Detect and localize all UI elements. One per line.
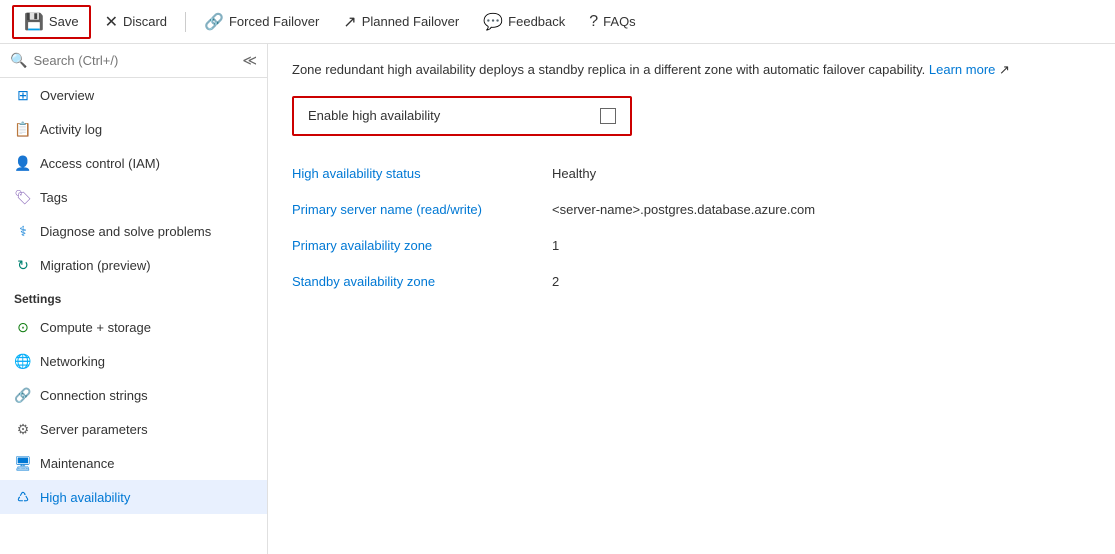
discard-label: Discard <box>123 14 167 29</box>
nav-item-server-parameters[interactable]: ⚙ Server parameters <box>0 412 267 446</box>
nav-label-overview: Overview <box>40 88 94 103</box>
prop-value-ha-status: Healthy <box>552 156 1091 192</box>
properties-table: High availability status Healthy Primary… <box>292 156 1091 300</box>
connection-strings-icon: 🔗 <box>14 386 32 404</box>
nav-item-compute-storage[interactable]: ⊙ Compute + storage <box>0 310 267 344</box>
nav-label-connection-strings: Connection strings <box>40 388 148 403</box>
table-row: Primary availability zone 1 <box>292 227 1091 263</box>
save-button[interactable]: 💾 Save <box>12 5 91 39</box>
nav-item-overview[interactable]: ⊞ Overview <box>0 78 267 112</box>
activity-log-icon: 📋 <box>14 120 32 138</box>
nav-item-tags[interactable]: 🏷 Tags <box>0 180 267 214</box>
nav-item-activity-log[interactable]: 📋 Activity log <box>0 112 267 146</box>
tags-icon: 🏷 <box>14 188 32 206</box>
forced-failover-icon: 🔗 <box>204 12 224 32</box>
diagnose-icon: ⚕ <box>14 222 32 240</box>
nav-item-migration[interactable]: ↻ Migration (preview) <box>0 248 267 282</box>
faqs-label: FAQs <box>603 14 636 29</box>
info-text-body: Zone redundant high availability deploys… <box>292 62 925 77</box>
feedback-button[interactable]: 💬 Feedback <box>473 7 575 37</box>
table-row: Primary server name (read/write) <server… <box>292 191 1091 227</box>
access-control-icon: 👤 <box>14 154 32 172</box>
maintenance-icon: 🖥 <box>14 454 32 472</box>
learn-more-link[interactable]: Learn more <box>929 62 995 77</box>
nav-label-maintenance: Maintenance <box>40 456 114 471</box>
discard-icon: ✕ <box>105 12 118 32</box>
save-label: Save <box>49 14 79 29</box>
nav-label-migration: Migration (preview) <box>40 258 151 273</box>
enable-ha-box: Enable high availability <box>292 96 632 136</box>
overview-icon: ⊞ <box>14 86 32 104</box>
settings-section-title: Settings <box>0 282 267 310</box>
prop-label-standby-zone: Standby availability zone <box>292 263 552 299</box>
faqs-icon: ? <box>589 13 598 31</box>
search-box: 🔍 ≪ <box>0 44 267 78</box>
search-input[interactable] <box>33 53 236 68</box>
prop-label-ha-status: High availability status <box>292 156 552 192</box>
planned-failover-label: Planned Failover <box>362 14 460 29</box>
nav-label-compute-storage: Compute + storage <box>40 320 151 335</box>
planned-failover-icon: ↗ <box>343 12 356 32</box>
compute-storage-icon: ⊙ <box>14 318 32 336</box>
sidebar: 🔍 ≪ ⊞ Overview 📋 Activity log 👤 Access c… <box>0 44 268 554</box>
nav-label-activity-log: Activity log <box>40 122 102 137</box>
nav-label-high-availability: High availability <box>40 490 130 505</box>
collapse-button[interactable]: ≪ <box>242 52 257 69</box>
nav-label-server-parameters: Server parameters <box>40 422 148 437</box>
enable-ha-label: Enable high availability <box>308 108 440 123</box>
feedback-icon: 💬 <box>483 12 503 32</box>
main-layout: 🔍 ≪ ⊞ Overview 📋 Activity log 👤 Access c… <box>0 44 1115 554</box>
enable-ha-checkbox[interactable] <box>600 108 616 124</box>
nav-item-networking[interactable]: 🌐 Networking <box>0 344 267 378</box>
nav-label-networking: Networking <box>40 354 105 369</box>
discard-button[interactable]: ✕ Discard <box>95 7 177 37</box>
nav-item-connection-strings[interactable]: 🔗 Connection strings <box>0 378 267 412</box>
nav-label-access-control: Access control (IAM) <box>40 156 160 171</box>
prop-label-primary-server: Primary server name (read/write) <box>292 191 552 227</box>
table-row: High availability status Healthy <box>292 156 1091 192</box>
nav-item-access-control[interactable]: 👤 Access control (IAM) <box>0 146 267 180</box>
save-icon: 💾 <box>24 12 44 32</box>
nav-label-tags: Tags <box>40 190 67 205</box>
content-area: Zone redundant high availability deploys… <box>268 44 1115 554</box>
migration-icon: ↻ <box>14 256 32 274</box>
planned-failover-button[interactable]: ↗ Planned Failover <box>333 7 469 37</box>
nav-label-diagnose: Diagnose and solve problems <box>40 224 211 239</box>
nav-item-high-availability[interactable]: ♺ High availability <box>0 480 267 514</box>
table-row: Standby availability zone 2 <box>292 263 1091 299</box>
nav-item-diagnose[interactable]: ⚕ Diagnose and solve problems <box>0 214 267 248</box>
high-availability-icon: ♺ <box>14 488 32 506</box>
forced-failover-label: Forced Failover <box>229 14 319 29</box>
prop-value-standby-zone: 2 <box>552 263 1091 299</box>
prop-value-primary-zone: 1 <box>552 227 1091 263</box>
forced-failover-button[interactable]: 🔗 Forced Failover <box>194 7 329 37</box>
search-icon: 🔍 <box>10 52 27 69</box>
prop-value-primary-server: <server-name>.postgres.database.azure.co… <box>552 191 1091 227</box>
toolbar: 💾 Save ✕ Discard 🔗 Forced Failover ↗ Pla… <box>0 0 1115 44</box>
toolbar-separator <box>185 12 186 32</box>
faqs-button[interactable]: ? FAQs <box>579 8 645 36</box>
networking-icon: 🌐 <box>14 352 32 370</box>
prop-label-primary-zone: Primary availability zone <box>292 227 552 263</box>
feedback-label: Feedback <box>508 14 565 29</box>
info-text: Zone redundant high availability deploys… <box>292 60 1091 80</box>
nav-item-maintenance[interactable]: 🖥 Maintenance <box>0 446 267 480</box>
server-parameters-icon: ⚙ <box>14 420 32 438</box>
